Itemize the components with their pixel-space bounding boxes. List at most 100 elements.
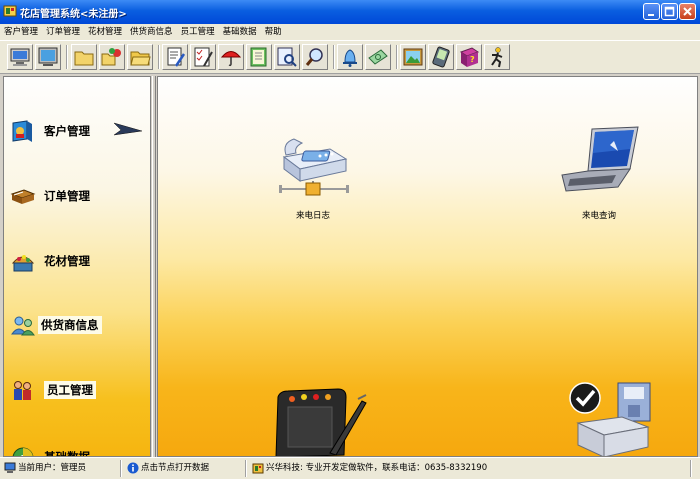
sidebar-item-label: 订单管理 — [44, 189, 90, 203]
staff-icon — [14, 381, 31, 400]
notebook-icon — [250, 47, 267, 67]
company-icon — [252, 463, 264, 473]
desktop-item-label: 来电日志 — [295, 211, 331, 221]
status-separator — [120, 460, 122, 477]
desktop-item-call-query[interactable]: 来电查询 — [558, 123, 640, 221]
money-icon — [368, 49, 388, 65]
printer-check-icon — [569, 382, 651, 456]
toolbar-separator — [396, 45, 398, 69]
customer-book-icon — [12, 120, 32, 142]
status-hint: 点击节点打开数据 — [127, 461, 209, 476]
svg-text:?: ? — [470, 55, 475, 64]
laptop-icon — [561, 126, 639, 192]
status-separator — [245, 460, 247, 477]
status-user-text: 当前用户：管理员 — [18, 463, 87, 473]
sidebar-item-order[interactable]: 订单管理 — [8, 182, 108, 210]
toolbar-umbrella-button[interactable] — [218, 44, 244, 70]
user-computer-icon — [4, 462, 16, 473]
data-disc-icon — [12, 447, 34, 456]
status-hint-text: 点击节点打开数据 — [141, 463, 210, 473]
picture-icon — [403, 48, 423, 66]
sidebar-item-customer[interactable]: 客户管理 — [8, 117, 108, 145]
sidebar-item-label: 员工管理 — [44, 381, 96, 399]
magnifier-icon — [305, 48, 323, 66]
panel-splitter[interactable] — [152, 76, 156, 457]
window-title: 花店管理系统<未注册> — [20, 9, 127, 20]
supplier-people-icon — [11, 316, 35, 336]
checklist-icon — [194, 47, 213, 67]
maximize-icon — [664, 6, 675, 17]
toolbar: ? — [0, 40, 700, 74]
menu-basic-data[interactable]: 基础数据 — [219, 24, 261, 40]
minimize-icon — [648, 14, 654, 16]
toolbar-money-button[interactable] — [365, 44, 391, 70]
toolbar-separator — [333, 45, 335, 69]
desktop-item-call-log[interactable]: 来电日志 — [272, 129, 354, 221]
status-bar: 当前用户：管理员 点击节点打开数据 兴华科技: 专业开发定做软件，联系电话：06… — [0, 457, 700, 479]
toolbar-notebook-button[interactable] — [246, 44, 272, 70]
desktop-item-label: 来电查询 — [581, 211, 617, 221]
order-book-icon — [10, 189, 36, 204]
navigation-panel: 客户管理 订单管理 花材管理 供货商信息 员工管理 基础数据 — [3, 76, 151, 457]
exit-runner-icon — [491, 47, 503, 68]
menu-bar: 客户管理 订单管理 花材管理 供货商信息 员工管理 基础数据 帮助 — [0, 24, 700, 40]
help-book-icon: ? — [459, 47, 480, 67]
sidebar-item-label: 基础数据 — [44, 450, 90, 457]
toolbar-folder-open-button[interactable] — [127, 44, 153, 70]
toolbar-pda-button[interactable] — [428, 44, 454, 70]
folder-icon — [74, 51, 94, 66]
info-icon — [127, 462, 139, 473]
sidebar-item-label: 花材管理 — [44, 254, 90, 268]
toolbar-bell-button[interactable] — [337, 44, 363, 70]
status-separator — [690, 460, 692, 477]
close-icon — [683, 7, 692, 16]
app-icon — [3, 5, 17, 17]
menu-staff[interactable]: 员工管理 — [177, 24, 219, 40]
sidebar-item-label: 客户管理 — [44, 124, 90, 138]
drawing-tablet-icon — [275, 388, 367, 456]
maximize-button[interactable] — [661, 3, 678, 20]
toolbar-document-pen-button[interactable] — [162, 44, 188, 70]
close-button[interactable] — [679, 3, 696, 20]
toolbar-computer-button[interactable] — [7, 44, 33, 70]
pda-icon — [432, 46, 450, 68]
toolbar-search-document-button[interactable] — [274, 44, 300, 70]
status-company-text: 兴华科技: 专业开发定做软件，联系电话：0635-8332190 — [266, 463, 488, 473]
toolbar-separator — [66, 45, 68, 69]
flower-basket-icon — [11, 255, 35, 272]
menu-order[interactable]: 订单管理 — [42, 24, 84, 40]
toolbar-magnifier-button[interactable] — [302, 44, 328, 70]
bell-icon — [343, 49, 357, 67]
toolbar-folder-button[interactable] — [71, 44, 97, 70]
toolbar-picture-button[interactable] — [400, 44, 426, 70]
toolbar-help-book-button[interactable]: ? — [456, 44, 482, 70]
status-user: 当前用户：管理员 — [4, 461, 86, 476]
umbrella-icon — [220, 51, 242, 67]
folder-open-icon — [130, 51, 151, 66]
sidebar-item-supplier[interactable]: 供货商信息 — [8, 312, 116, 340]
computer-icon — [10, 48, 30, 66]
sidebar-item-basic-data[interactable]: 基础数据 — [8, 443, 112, 457]
sidebar-item-staff[interactable]: 员工管理 — [8, 377, 112, 405]
minimize-button[interactable] — [643, 3, 660, 20]
sidebar-item-flower[interactable]: 花材管理 — [8, 247, 108, 275]
search-document-icon — [277, 47, 297, 67]
status-company: 兴华科技: 专业开发定做软件，联系电话：0635-8332190 — [252, 461, 487, 476]
selection-arrow-icon — [113, 122, 143, 136]
toolbar-monitor-button[interactable] — [35, 44, 61, 70]
folder-exchange-icon — [101, 48, 121, 66]
menu-flower[interactable]: 花材管理 — [84, 24, 126, 40]
toolbar-separator — [158, 45, 160, 69]
title-bar[interactable]: 花店管理系统<未注册> — [0, 0, 700, 24]
document-pen-icon — [167, 47, 186, 67]
menu-supplier[interactable]: 供货商信息 — [126, 24, 177, 40]
main-workspace: 来电日志 来电查询 — [157, 76, 698, 457]
monitor-icon — [38, 47, 58, 66]
menu-customer[interactable]: 客户管理 — [0, 24, 42, 40]
sidebar-item-label: 供货商信息 — [38, 316, 102, 334]
toolbar-folder-exchange-button[interactable] — [99, 44, 125, 70]
menu-help[interactable]: 帮助 — [261, 24, 286, 40]
toolbar-checklist-button[interactable] — [190, 44, 216, 70]
fax-network-icon — [279, 138, 349, 196]
toolbar-exit-button[interactable] — [484, 44, 510, 70]
